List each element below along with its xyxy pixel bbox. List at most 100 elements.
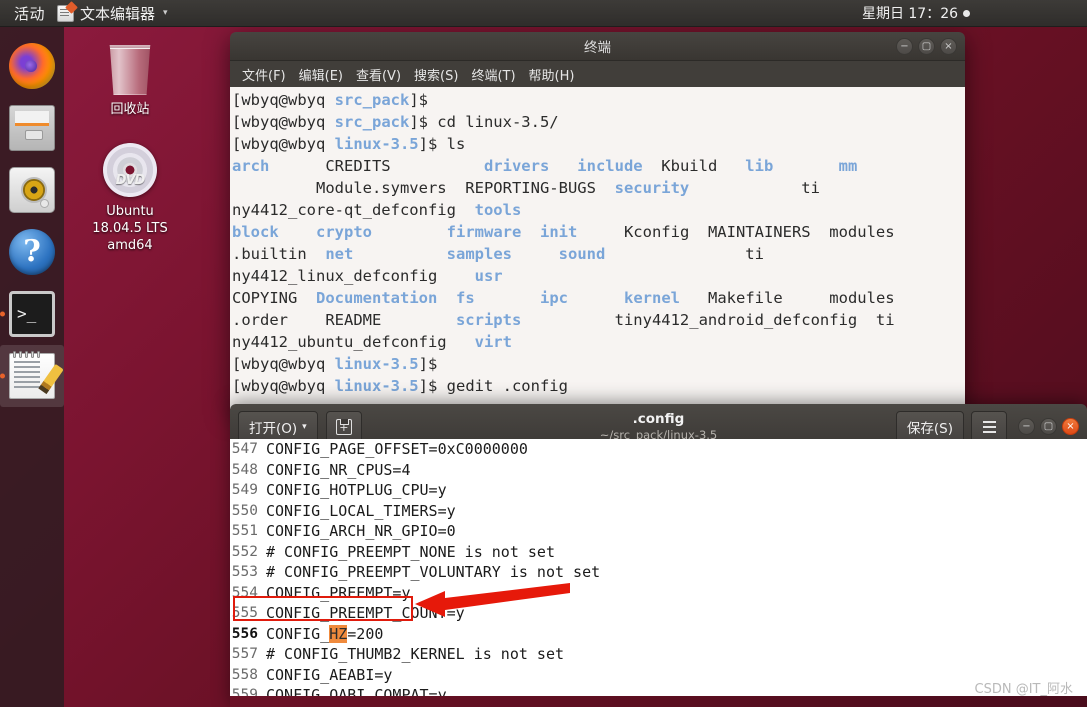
terminal-line: arch CREDITS drivers include Kbuild lib … [232,155,965,177]
line-number: 547 [230,439,266,460]
line-number: 556 [230,624,266,645]
trash-icon [107,45,153,95]
line-content: # CONFIG_THUMB2_KERNEL is not set [266,644,564,665]
top-panel: 活动 文本编辑器 ▾ 星期日 17：26 [0,0,1087,27]
gedit-header-right: 保存(S) − ▢ × [896,411,1079,443]
firefox-icon [9,43,55,89]
files-icon [9,105,55,151]
code-line[interactable]: 554CONFIG_PREEMPT=y [230,583,1087,604]
hamburger-menu-icon [983,421,996,433]
menu-help[interactable]: 帮助(H) [529,65,575,84]
launcher-item-files[interactable] [0,97,64,159]
line-content: CONFIG_ARCH_NR_GPIO=0 [266,521,456,542]
gedit-window: 打开(O) ▾ .config ~/src_pack/linux-3.5 保存(… [230,404,1087,707]
menu-terminal[interactable]: 终端(T) [471,65,515,84]
launcher-item-rhythmbox[interactable] [0,159,64,221]
terminal-minimize-button[interactable]: − [896,38,913,55]
dvd-label-line1: Ubuntu [76,203,184,220]
terminal-line: [wbyq@wbyq linux-3.5]$ ls [232,133,965,155]
terminal-line: ny4412_linux_defconfig usr [232,265,965,287]
line-content: CONFIG_OABI_COMPAT=y [266,685,447,696]
launcher-item-help[interactable]: ? [0,221,64,283]
line-number: 552 [230,542,266,563]
gedit-close-button[interactable]: × [1062,418,1079,435]
code-line[interactable]: 555CONFIG_PREEMPT_COUNT=y [230,603,1087,624]
terminal-line: [wbyq@wbyq src_pack]$ cd linux-3.5/ [232,111,965,133]
terminal-line: ny4412_ubuntu_defconfig virt [232,331,965,353]
launcher-item-firefox[interactable] [0,35,64,97]
gedit-text-area[interactable]: 547CONFIG_PAGE_OFFSET=0xC0000000548CONFI… [230,439,1087,696]
save-as-button[interactable] [326,411,362,443]
desktop-icon-trash-label: 回收站 [76,101,184,118]
terminal-titlebar[interactable]: 终端 − ▢ × [230,32,965,61]
code-line[interactable]: 547CONFIG_PAGE_OFFSET=0xC0000000 [230,439,1087,460]
open-button-label: 打开(O) [249,417,297,437]
line-content: # CONFIG_PREEMPT_VOLUNTARY is not set [266,562,600,583]
terminal-close-button[interactable]: × [940,38,957,55]
code-line[interactable]: 558CONFIG_AEABI=y [230,665,1087,686]
line-number: 559 [230,685,266,696]
line-content: CONFIG_PAGE_OFFSET=0xC0000000 [266,439,528,460]
line-number: 558 [230,665,266,686]
terminal-maximize-button[interactable]: ▢ [918,38,935,55]
code-line[interactable]: 550CONFIG_LOCAL_TIMERS=y [230,501,1087,522]
line-number: 550 [230,501,266,522]
terminal-line: [wbyq@wbyq src_pack]$ [232,89,965,111]
terminal-menubar: 文件(F) 编辑(E) 查看(V) 搜索(S) 终端(T) 帮助(H) [230,61,965,87]
open-button[interactable]: 打开(O) ▾ [238,411,318,443]
search-match-highlight: HZ [329,625,347,643]
code-line[interactable]: 548CONFIG_NR_CPUS=4 [230,460,1087,481]
terminal-line: [wbyq@wbyq linux-3.5]$ [232,353,965,375]
menu-search[interactable]: 搜索(S) [414,65,458,84]
help-icon: ? [9,229,55,275]
terminal-line: Module.symvers REPORTING-BUGS security t… [232,177,965,199]
code-line[interactable]: 553# CONFIG_PREEMPT_VOLUNTARY is not set [230,562,1087,583]
line-content: CONFIG_HOTPLUG_CPU=y [266,480,447,501]
terminal-line: ny4412_core-qt_defconfig tools [232,199,965,221]
terminal-line: .order README scripts tiny4412_android_d… [232,309,965,331]
menu-view[interactable]: 查看(V) [356,65,401,84]
code-line[interactable]: 551CONFIG_ARCH_NR_GPIO=0 [230,521,1087,542]
launcher-item-gedit[interactable] [0,345,64,407]
chevron-down-icon: ▾ [302,422,307,432]
line-number: 549 [230,480,266,501]
line-content: CONFIG_PREEMPT_COUNT=y [266,603,465,624]
line-number: 555 [230,603,266,624]
line-number: 557 [230,644,266,665]
line-content: CONFIG_PREEMPT=y [266,583,411,604]
dvd-label-line2: 18.04.5 LTS [76,220,184,237]
gedit-maximize-button[interactable]: ▢ [1040,418,1057,435]
line-content: CONFIG_NR_CPUS=4 [266,460,411,481]
code-line[interactable]: 559CONFIG_OABI_COMPAT=y [230,685,1087,696]
terminal-output[interactable]: [wbyq@wbyq src_pack]$[wbyq@wbyq src_pack… [230,87,965,409]
hamburger-menu-button[interactable] [971,411,1007,443]
code-line[interactable]: 557# CONFIG_THUMB2_KERNEL is not set [230,644,1087,665]
gedit-minimize-button[interactable]: − [1018,418,1035,435]
notification-dot-icon [963,10,970,17]
chevron-down-icon: ▾ [163,8,168,18]
terminal-window-controls: − ▢ × [896,38,957,55]
desktop-icon-ubuntu-dvd[interactable]: Ubuntu 18.04.5 LTS amd64 [76,143,184,254]
desktop-icon-trash[interactable]: 回收站 [76,45,184,118]
dvd-disc-icon [103,143,157,197]
line-number: 554 [230,583,266,604]
terminal-line: COPYING Documentation fs ipc kernel Make… [232,287,965,309]
launcher-item-terminal[interactable]: >_ [0,283,64,345]
line-content: CONFIG_AEABI=y [266,665,392,686]
save-button[interactable]: 保存(S) [896,411,964,443]
line-number: 551 [230,521,266,542]
code-line[interactable]: 552# CONFIG_PREEMPT_NONE is not set [230,542,1087,563]
terminal-title: 终端 [230,36,965,56]
code-line[interactable]: 549CONFIG_HOTPLUG_CPU=y [230,480,1087,501]
app-menu-label: 文本编辑器 [80,3,155,24]
launcher-dock: ? >_ [0,27,64,707]
code-line[interactable]: 556CONFIG_HZ=200 [230,624,1087,645]
app-menu[interactable]: 文本编辑器 ▾ [57,3,168,24]
menu-edit[interactable]: 编辑(E) [299,65,343,84]
activities-button[interactable]: 活动 [0,3,57,24]
terminal-icon: >_ [9,291,55,337]
rhythmbox-icon [9,167,55,213]
terminal-line: .builtin net samples sound ti [232,243,965,265]
menu-file[interactable]: 文件(F) [242,65,286,84]
clock-label: 星期日 17：26 [862,3,958,23]
